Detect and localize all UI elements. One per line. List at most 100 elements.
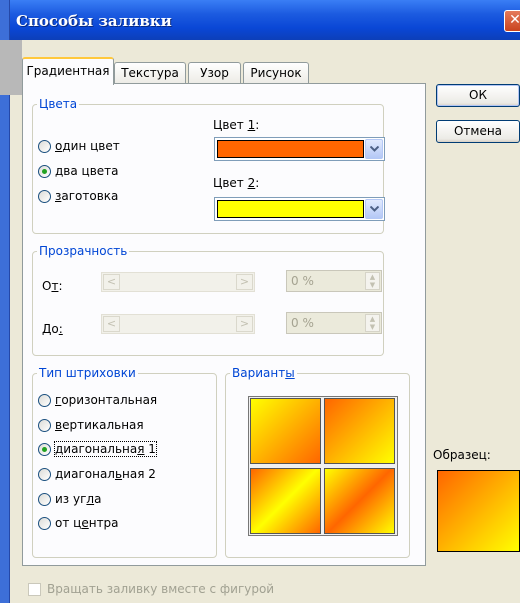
close-icon: ✕ — [509, 12, 520, 28]
radio-circle — [38, 189, 51, 203]
radio-circle — [38, 164, 51, 178]
radio-circle — [38, 442, 51, 456]
radio-from-corner[interactable]: из уг л а — [38, 490, 101, 508]
label-part: До — [42, 322, 59, 336]
label-part: оризонтальная — [61, 393, 158, 407]
hatch-group: Тип штриховки г оризонтальная в ертикальна… — [32, 366, 217, 558]
radio-horizontal[interactable]: г оризонтальная — [38, 391, 157, 409]
tab-label: Градиентная — [26, 64, 110, 78]
to-value: 0 % — [291, 316, 314, 330]
background-window-fragment — [0, 40, 22, 95]
variants-legend: Варианты — [230, 366, 297, 380]
spin-down-icon: ▼ — [369, 323, 376, 331]
radio-diagonal-2[interactable]: диагонал ь ная 2 — [38, 465, 156, 483]
to-slider[interactable]: < > — [101, 314, 255, 334]
label-part: : — [255, 176, 260, 190]
label-part: а — [94, 492, 102, 506]
slider-left-arrow[interactable]: < — [103, 316, 120, 332]
variant-4[interactable] — [324, 468, 395, 534]
label-key: л — [86, 492, 95, 506]
color1-dropdown-button[interactable] — [365, 139, 383, 159]
label-key: ы — [285, 366, 295, 380]
spin-up-icon: ▲ — [369, 273, 376, 281]
tab-label: Текстура — [121, 66, 179, 80]
color2-dropdown-button[interactable] — [365, 199, 383, 219]
variant-3[interactable] — [250, 468, 321, 534]
label-key: е — [81, 516, 89, 530]
slider-left-arrow[interactable]: < — [103, 274, 120, 290]
radio-one-color[interactable]: о дин цвет — [38, 137, 120, 155]
radio-preset[interactable]: з аготовка — [38, 187, 118, 205]
spin-down-icon: ▼ — [369, 281, 376, 289]
variants-grid — [248, 396, 398, 536]
color2-picker[interactable] — [214, 197, 385, 221]
label-key: в — [55, 418, 63, 432]
label-part: Вариант — [232, 366, 286, 380]
label-part: ертикальная — [62, 418, 144, 432]
label-part: аготовка — [61, 189, 119, 203]
variants-group: Варианты — [225, 366, 410, 558]
colors-group: Цвета о дин цвет д ва цвета з аготовка Цвет… — [32, 97, 385, 234]
radio-from-center[interactable]: от ц е нтра — [38, 514, 119, 532]
label-part: ва цвета — [63, 164, 119, 178]
label-part: диагональна — [55, 442, 138, 456]
to-spinbox[interactable]: 0 % ▲ ▼ — [286, 312, 382, 334]
color1-picker[interactable] — [214, 137, 385, 161]
rotate-fill-checkbox[interactable]: Вращать заливку вместе с фигурой — [28, 582, 274, 596]
label-part: дин цвет — [62, 139, 120, 153]
radio-vertical[interactable]: в ертикальная — [38, 416, 144, 434]
cancel-button[interactable]: Отмена — [436, 120, 520, 143]
from-spinbox[interactable]: 0 % ▲ ▼ — [286, 270, 382, 292]
slider-right-arrow[interactable]: > — [236, 274, 253, 290]
radio-circle — [38, 516, 51, 530]
chevron-down-icon — [369, 146, 379, 152]
sample-preview — [437, 470, 520, 552]
tab-gradient[interactable]: Градиентная — [22, 57, 114, 85]
close-button[interactable]: ✕ — [504, 10, 520, 32]
to-label: До: — [42, 322, 63, 336]
from-value: 0 % — [291, 274, 314, 288]
tab-pattern[interactable]: Узор — [188, 62, 241, 84]
tab-label: Узор — [200, 66, 229, 80]
variant-2[interactable] — [324, 398, 395, 464]
label-part: : — [58, 279, 63, 293]
label-key: о — [55, 139, 63, 153]
radio-two-colors[interactable]: д ва цвета — [38, 162, 119, 180]
tab-picture[interactable]: Рисунок — [243, 62, 309, 84]
focused-label: диагональная 1 — [54, 441, 157, 457]
title-bar: Способы заливки ✕ — [10, 0, 520, 40]
radio-circle — [38, 393, 51, 407]
radio-diagonal-1[interactable]: диагональная 1 — [38, 440, 157, 458]
spin-buttons[interactable]: ▲ ▼ — [365, 314, 380, 332]
chevron-down-icon — [369, 206, 379, 212]
arrow-left-icon: < — [106, 275, 117, 288]
label-part: ная 2 — [122, 467, 156, 481]
from-label: От: — [42, 279, 63, 293]
from-slider[interactable]: < > — [101, 272, 255, 292]
window-title: Способы заливки — [16, 12, 172, 30]
slider-right-arrow[interactable]: > — [236, 316, 253, 332]
label-key: : — [58, 322, 63, 336]
tab-label: Рисунок — [250, 66, 302, 80]
tab-texture[interactable]: Текстура — [114, 62, 186, 84]
label-part: от ц — [55, 516, 82, 530]
arrow-right-icon: > — [239, 275, 250, 288]
arrow-right-icon: > — [239, 317, 250, 330]
spin-buttons[interactable]: ▲ ▼ — [365, 272, 380, 290]
radio-circle — [38, 418, 51, 432]
checkbox-box — [28, 582, 41, 596]
color2-label: Цвет 2: — [213, 176, 259, 190]
label-part: диагонал — [55, 467, 115, 481]
label-part: Цвет — [213, 118, 248, 132]
label-part: : — [255, 118, 260, 132]
ok-label: ОК — [469, 88, 487, 102]
ok-button[interactable]: ОК — [436, 84, 520, 107]
radio-circle — [38, 139, 51, 153]
spin-up-icon: ▲ — [369, 315, 376, 323]
label-key: ь — [114, 467, 123, 481]
color1-swatch — [217, 140, 364, 158]
sample-label: Образец: — [433, 448, 491, 462]
label-part: нтра — [88, 516, 119, 530]
variant-1[interactable] — [250, 398, 321, 464]
arrow-left-icon: < — [106, 317, 117, 330]
